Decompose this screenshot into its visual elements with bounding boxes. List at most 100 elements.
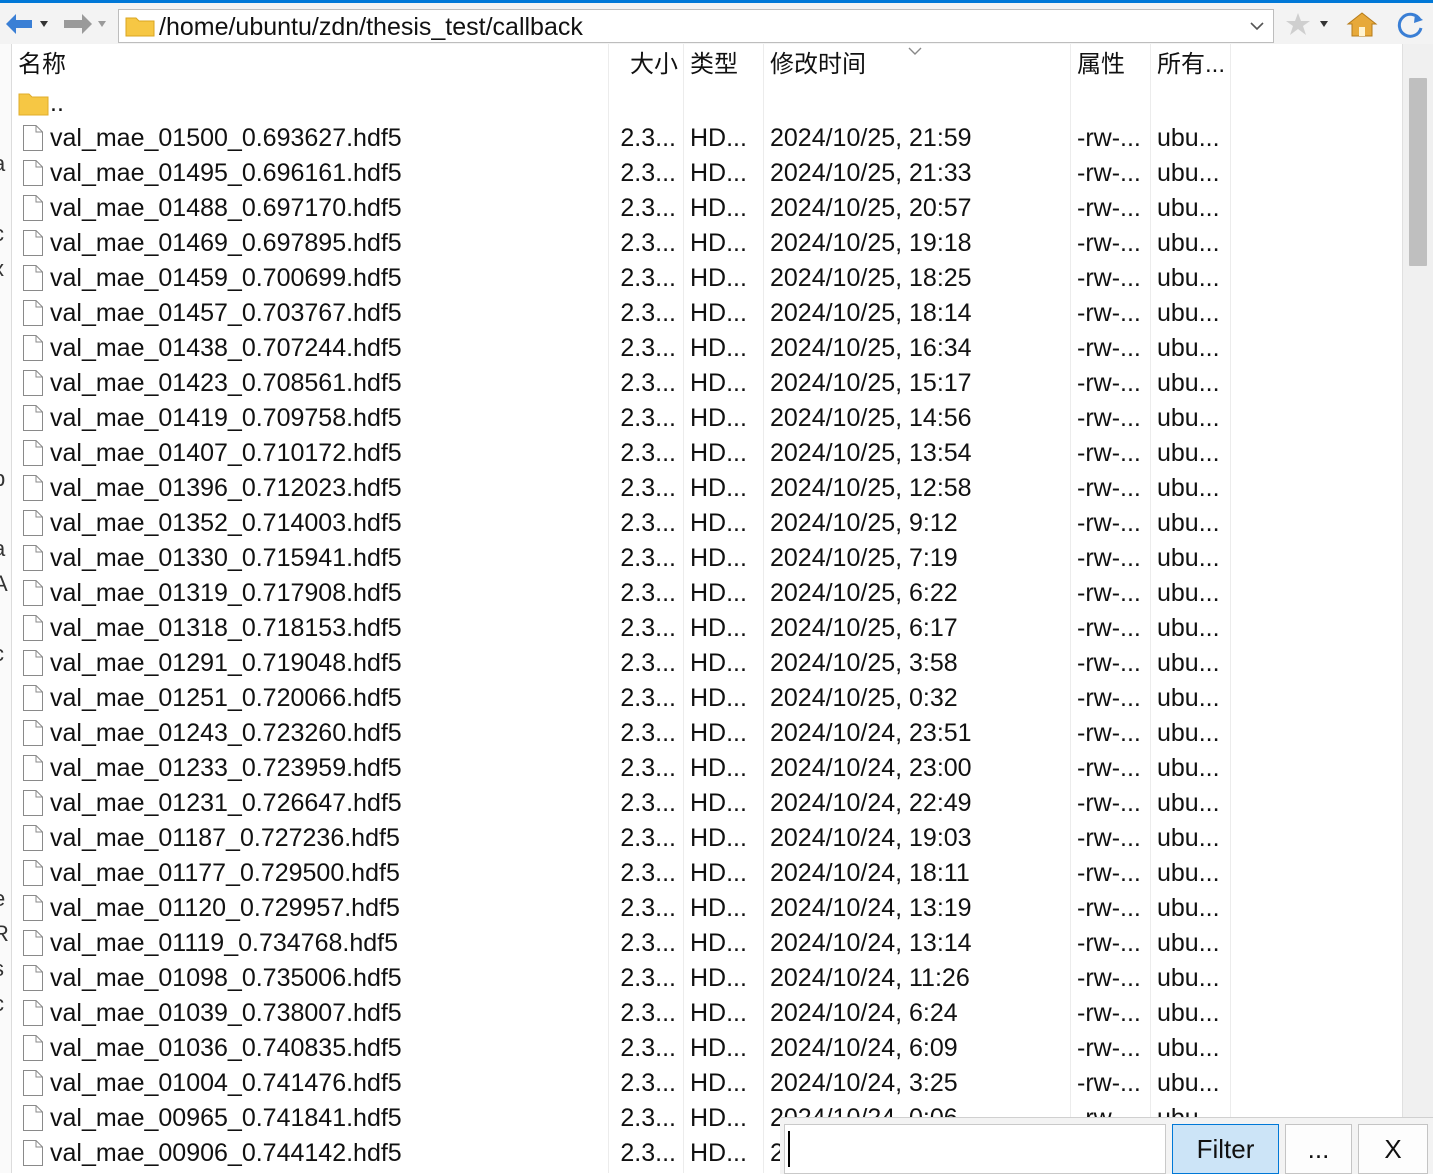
file-size: 2.3...	[608, 926, 682, 961]
file-attributes: -rw-...	[1077, 891, 1151, 926]
file-row[interactable]: val_mae_01488_0.697170.hdf52.3...HD...20…	[12, 191, 1402, 226]
file-attributes: -rw-...	[1077, 436, 1151, 471]
file-type: HD...	[690, 226, 762, 261]
file-modified: 2024/10/25, 16:34	[770, 331, 1070, 366]
file-row[interactable]: val_mae_01098_0.735006.hdf52.3...HD...20…	[12, 961, 1402, 996]
file-row[interactable]: val_mae_01231_0.726647.hdf52.3...HD...20…	[12, 786, 1402, 821]
file-modified: 2024/10/24, 22:49	[770, 786, 1070, 821]
file-row[interactable]: val_mae_01419_0.709758.hdf52.3...HD...20…	[12, 401, 1402, 436]
file-owner: ubu...	[1157, 611, 1231, 646]
file-row[interactable]: val_mae_01469_0.697895.hdf52.3...HD...20…	[12, 226, 1402, 261]
column-name[interactable]: 名称	[18, 44, 608, 86]
file-row[interactable]: val_mae_01438_0.707244.hdf52.3...HD...20…	[12, 331, 1402, 366]
file-owner: ubu...	[1157, 576, 1231, 611]
file-row[interactable]: val_mae_01233_0.723959.hdf52.3...HD...20…	[12, 751, 1402, 786]
parent-directory-row[interactable]: ..	[12, 86, 1402, 121]
file-owner: ubu...	[1157, 436, 1231, 471]
file-icon	[22, 754, 44, 782]
file-type: HD...	[690, 506, 762, 541]
path-input[interactable]: /home/ubuntu/zdn/thesis_test/callback	[118, 9, 1274, 43]
file-row[interactable]: val_mae_01457_0.703767.hdf52.3...HD...20…	[12, 296, 1402, 331]
file-row[interactable]: val_mae_01330_0.715941.hdf52.3...HD...20…	[12, 541, 1402, 576]
file-icon	[22, 474, 44, 502]
file-modified: 2024/10/25, 6:22	[770, 576, 1070, 611]
file-icon	[22, 684, 44, 712]
home-icon[interactable]	[1346, 10, 1378, 38]
file-attributes: -rw-...	[1077, 646, 1151, 681]
file-size: 2.3...	[608, 611, 682, 646]
filter-bar: Filter ... X	[780, 1117, 1433, 1174]
file-row[interactable]: val_mae_01423_0.708561.hdf52.3...HD...20…	[12, 366, 1402, 401]
file-owner: ubu...	[1157, 541, 1231, 576]
file-row[interactable]: val_mae_01319_0.717908.hdf52.3...HD...20…	[12, 576, 1402, 611]
vertical-scrollbar[interactable]	[1402, 44, 1433, 1173]
parent-directory-label: ..	[50, 86, 110, 121]
file-row[interactable]: val_mae_01187_0.727236.hdf52.3...HD...20…	[12, 821, 1402, 856]
file-attributes: -rw-...	[1077, 401, 1151, 436]
file-row[interactable]: val_mae_01039_0.738007.hdf52.3...HD...20…	[12, 996, 1402, 1031]
file-name: val_mae_01423_0.708561.hdf5	[50, 366, 610, 401]
file-row[interactable]: val_mae_01036_0.740835.hdf52.3...HD...20…	[12, 1031, 1402, 1066]
folder-icon	[18, 90, 50, 116]
close-filter-button[interactable]: X	[1358, 1124, 1428, 1174]
file-icon	[22, 579, 44, 607]
file-row[interactable]: val_mae_01352_0.714003.hdf52.3...HD...20…	[12, 506, 1402, 541]
file-row[interactable]: val_mae_01120_0.729957.hdf52.3...HD...20…	[12, 891, 1402, 926]
file-size: 2.3...	[608, 891, 682, 926]
file-row[interactable]: val_mae_01251_0.720066.hdf52.3...HD...20…	[12, 681, 1402, 716]
file-modified: 2024/10/25, 7:19	[770, 541, 1070, 576]
file-row[interactable]: val_mae_01004_0.741476.hdf52.3...HD...20…	[12, 1066, 1402, 1101]
file-name: val_mae_01098_0.735006.hdf5	[50, 961, 610, 996]
file-icon	[22, 1104, 44, 1132]
file-owner: ubu...	[1157, 506, 1231, 541]
file-row[interactable]: val_mae_01119_0.734768.hdf52.3...HD...20…	[12, 926, 1402, 961]
file-row[interactable]: val_mae_01318_0.718153.hdf52.3...HD...20…	[12, 611, 1402, 646]
file-icon	[22, 159, 44, 187]
back-button[interactable]	[2, 10, 56, 38]
column-owner[interactable]: 所有...	[1157, 44, 1231, 86]
file-row[interactable]: val_mae_01459_0.700699.hdf52.3...HD...20…	[12, 261, 1402, 296]
star-icon[interactable]	[1284, 10, 1338, 38]
column-attributes[interactable]: 属性	[1077, 44, 1151, 86]
file-icon	[22, 544, 44, 572]
column-size[interactable]: 大小	[608, 44, 682, 86]
chevron-down-icon[interactable]	[1249, 18, 1265, 34]
file-row[interactable]: val_mae_01396_0.712023.hdf52.3...HD...20…	[12, 471, 1402, 506]
file-type: HD...	[690, 156, 762, 191]
file-attributes: -rw-...	[1077, 156, 1151, 191]
file-row[interactable]: val_mae_01291_0.719048.hdf52.3...HD...20…	[12, 646, 1402, 681]
file-icon	[22, 894, 44, 922]
file-size: 2.3...	[608, 156, 682, 191]
file-icon	[22, 194, 44, 222]
back-arrow-icon	[2, 10, 56, 38]
file-type: HD...	[690, 1136, 762, 1171]
filter-input[interactable]	[784, 1124, 1166, 1174]
refresh-icon[interactable]	[1394, 10, 1428, 38]
file-icon	[22, 964, 44, 992]
file-row[interactable]: val_mae_01495_0.696161.hdf52.3...HD...20…	[12, 156, 1402, 191]
file-modified: 2024/10/24, 18:11	[770, 856, 1070, 891]
file-list: .. val_mae_01500_0.693627.hdf52.3...HD..…	[12, 86, 1402, 1171]
forward-button[interactable]	[60, 10, 114, 38]
file-type: HD...	[690, 996, 762, 1031]
file-row[interactable]: val_mae_01407_0.710172.hdf52.3...HD...20…	[12, 436, 1402, 471]
file-modified: 2024/10/25, 18:25	[770, 261, 1070, 296]
file-type: HD...	[690, 401, 762, 436]
clipped-text-fragment: x	[0, 256, 4, 282]
file-modified: 2024/10/24, 23:00	[770, 751, 1070, 786]
file-modified: 2024/10/24, 13:14	[770, 926, 1070, 961]
file-type: HD...	[690, 436, 762, 471]
scrollbar-thumb[interactable]	[1409, 78, 1427, 266]
file-row[interactable]: val_mae_01500_0.693627.hdf52.3...HD...20…	[12, 121, 1402, 156]
more-options-button[interactable]: ...	[1285, 1124, 1352, 1174]
file-owner: ubu...	[1157, 646, 1231, 681]
file-type: HD...	[690, 646, 762, 681]
column-type[interactable]: 类型	[690, 44, 762, 86]
file-owner: ubu...	[1157, 331, 1231, 366]
file-owner: ubu...	[1157, 191, 1231, 226]
file-row[interactable]: val_mae_01243_0.723260.hdf52.3...HD...20…	[12, 716, 1402, 751]
file-type: HD...	[690, 716, 762, 751]
file-row[interactable]: val_mae_01177_0.729500.hdf52.3...HD...20…	[12, 856, 1402, 891]
filter-button[interactable]: Filter	[1172, 1124, 1279, 1174]
file-owner: ubu...	[1157, 226, 1231, 261]
